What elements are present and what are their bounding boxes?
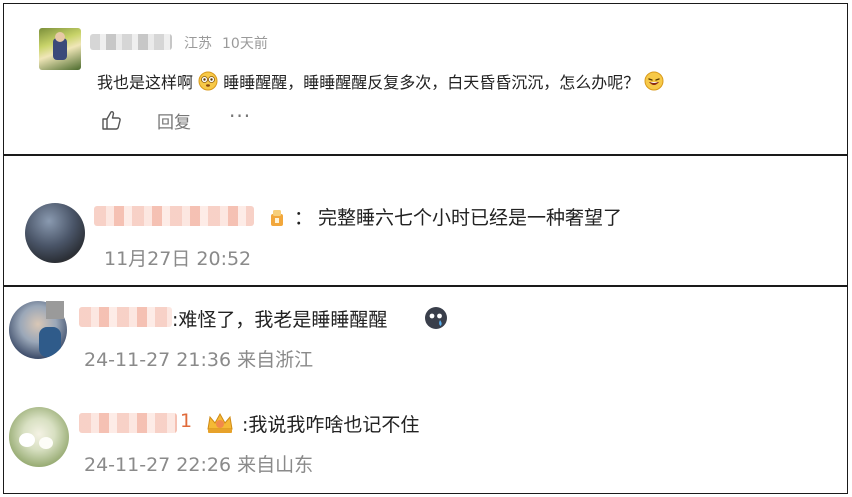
user-avatar[interactable] <box>9 407 69 467</box>
comment-text: :难怪了，我老是睡睡醒醒 <box>172 309 388 331</box>
flushed-emoji-icon <box>198 71 218 91</box>
comment-card-2: ： 完整睡六七个小时已经是一种奢望了 11月27日 20:52 <box>3 155 848 286</box>
sweat-emoji-icon <box>425 307 447 329</box>
comment-text-part-a: 我也是这样啊 <box>97 73 194 92</box>
username-redacted[interactable] <box>79 413 177 433</box>
comment-list: :难怪了，我老是睡睡醒醒 24-11-27 21:36 来自浙江 1 :我说我咋… <box>3 286 848 494</box>
comment-text: :我说我咋啥也记不住 <box>242 414 420 436</box>
more-options-button[interactable]: ··· <box>229 104 251 128</box>
username-redacted[interactable] <box>94 206 254 226</box>
like-thumb-icon[interactable] <box>100 109 122 131</box>
avatar-redaction-block <box>46 301 64 319</box>
badge-icon <box>271 210 283 226</box>
timestamp: 24-11-27 22:26 来自山东 <box>84 454 314 476</box>
timestamp: 11月27日 20:52 <box>104 248 252 270</box>
user-avatar[interactable] <box>25 203 85 263</box>
crown-fan-badge-icon <box>207 412 233 433</box>
comment-text-part-b: 睡睡醒醒，睡睡醒醒反复多次，白天昏昏沉沉，怎么办呢？ <box>223 73 640 92</box>
comment-text: 我也是这样啊 睡睡醒醒，睡睡醒醒反复多次，白天昏昏沉沉，怎么办呢？ <box>97 69 664 93</box>
reply-button[interactable]: 回复 <box>157 108 191 133</box>
username-redacted[interactable] <box>90 34 172 50</box>
location-label: 江苏 <box>184 36 212 52</box>
comment-card-1: 江苏 10天前 我也是这样啊 睡睡醒醒，睡睡醒醒反复多次，白天昏昏沉沉，怎么办呢… <box>3 3 848 155</box>
username-redacted[interactable] <box>79 307 172 327</box>
grinning-sweat-emoji-icon <box>644 71 664 91</box>
colon-separator: ： <box>294 207 314 229</box>
time-ago-label: 10天前 <box>222 36 268 52</box>
comment-text: 完整睡六七个小时已经是一种奢望了 <box>318 207 623 229</box>
user-avatar[interactable] <box>39 28 81 70</box>
timestamp: 24-11-27 21:36 来自浙江 <box>84 349 314 371</box>
username-tail: 1 <box>180 410 193 432</box>
